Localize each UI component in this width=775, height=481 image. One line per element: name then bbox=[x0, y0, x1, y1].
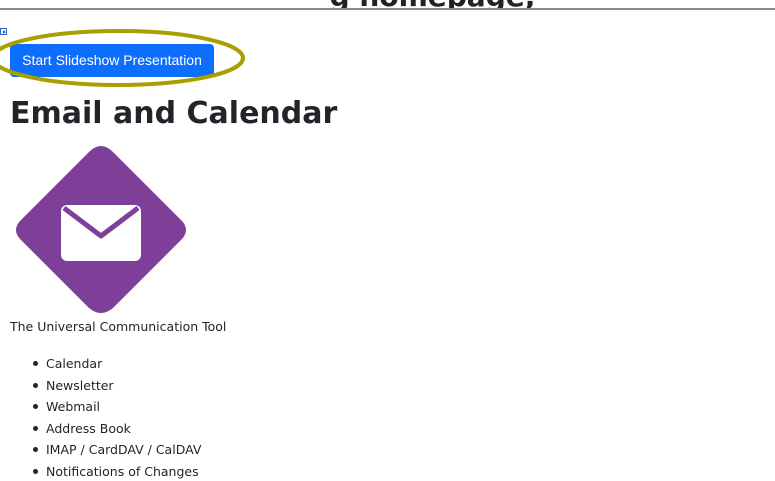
list-item: Address Book bbox=[30, 418, 201, 440]
page-title-text: g homepage, bbox=[330, 0, 536, 8]
play-square-icon[interactable] bbox=[0, 28, 7, 35]
list-item: Calendar bbox=[30, 353, 201, 375]
page-heading: Email and Calendar bbox=[10, 96, 338, 131]
start-slideshow-button[interactable]: Start Slideshow Presentation bbox=[10, 44, 214, 77]
feature-list: Calendar Newsletter Webmail Address Book… bbox=[30, 353, 201, 481]
list-item: IMAP / CardDAV / CalDAV bbox=[30, 439, 201, 461]
list-item: Newsletter bbox=[30, 375, 201, 397]
page-title-fragment: g homepage, bbox=[0, 0, 775, 10]
envelope-icon bbox=[16, 146, 186, 313]
list-item: Notifications of Changes bbox=[30, 461, 201, 481]
tagline: The Universal Communication Tool bbox=[10, 319, 227, 334]
list-item: Webmail bbox=[30, 396, 201, 418]
